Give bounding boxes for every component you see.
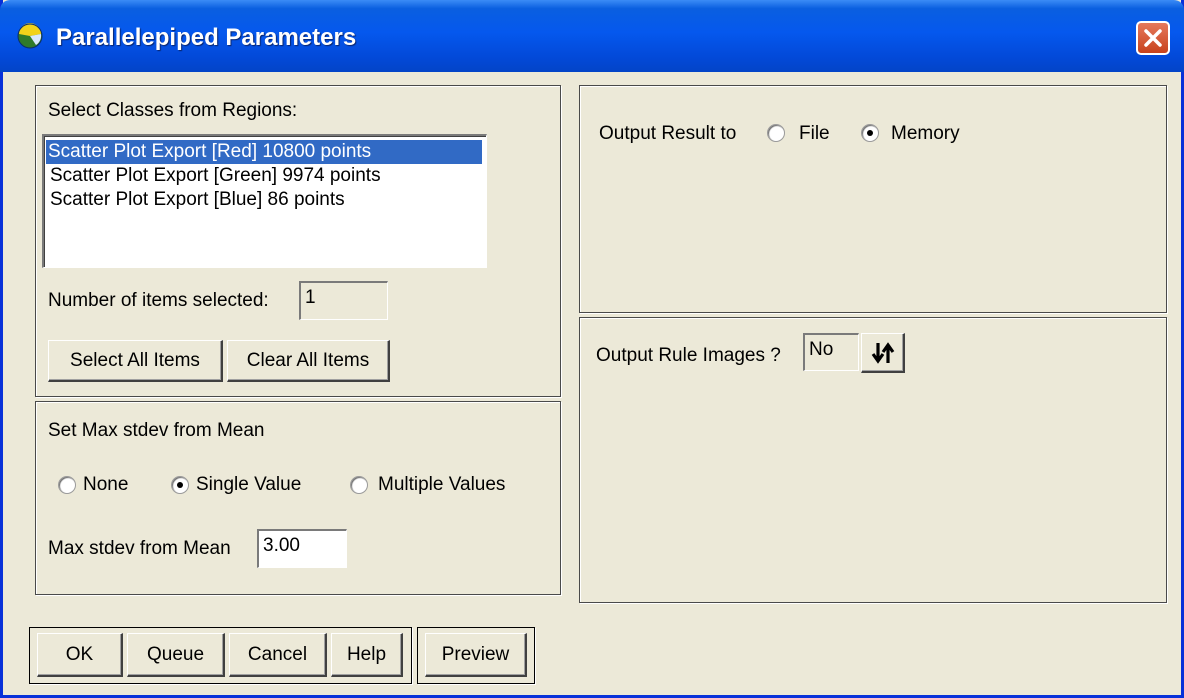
output-memory-radio[interactable] [861, 124, 879, 142]
stdev-single-radio[interactable] [171, 476, 189, 494]
close-icon [1144, 29, 1162, 47]
output-file-radio[interactable] [767, 124, 785, 142]
queue-button[interactable]: Queue [127, 633, 225, 677]
cancel-button[interactable]: Cancel [229, 633, 327, 677]
stdev-none-label[interactable]: None [83, 474, 128, 496]
close-button[interactable] [1136, 21, 1170, 55]
envi-globe-icon [17, 23, 43, 49]
preview-button[interactable]: Preview [425, 633, 527, 677]
max-stdev-input[interactable]: 3.00 [257, 529, 347, 568]
help-button[interactable]: Help [331, 633, 403, 677]
stdev-none-radio[interactable] [58, 476, 76, 494]
stdev-multiple-radio[interactable] [350, 476, 368, 494]
output-memory-label[interactable]: Memory [891, 123, 960, 145]
clear-all-button[interactable]: Clear All Items [227, 340, 390, 382]
up-down-arrows-icon [871, 342, 895, 364]
rule-images-label: Output Rule Images ? [596, 345, 781, 366]
output-result-label: Output Result to [599, 123, 737, 144]
output-panel [579, 85, 1167, 313]
list-item[interactable]: Scatter Plot Export [Blue] 86 points [48, 188, 345, 212]
items-selected-count: 1 [299, 281, 388, 320]
list-item[interactable]: Scatter Plot Export [Green] 9974 points [48, 164, 381, 188]
items-selected-label: Number of items selected: [48, 290, 269, 311]
stdev-single-label[interactable]: Single Value [196, 474, 301, 496]
rule-images-value: No [803, 333, 859, 371]
ok-button[interactable]: OK [37, 633, 123, 677]
dialog-window: Parallelepiped Parameters Select Classes… [0, 0, 1184, 698]
stdev-label: Set Max stdev from Mean [48, 420, 265, 441]
classes-label: Select Classes from Regions: [48, 100, 298, 121]
list-item[interactable]: Scatter Plot Export [Red] 10800 points [46, 140, 482, 164]
max-stdev-label: Max stdev from Mean [48, 538, 231, 559]
title-bar[interactable]: Parallelepiped Parameters [0, 0, 1184, 72]
select-all-button[interactable]: Select All Items [48, 340, 223, 382]
classes-listbox[interactable]: Scatter Plot Export [Red] 10800 points S… [42, 134, 487, 268]
output-file-label[interactable]: File [799, 123, 830, 145]
stdev-multiple-label[interactable]: Multiple Values [378, 474, 505, 496]
rule-images-toggle-button[interactable] [861, 333, 905, 373]
window-title: Parallelepiped Parameters [56, 24, 357, 51]
